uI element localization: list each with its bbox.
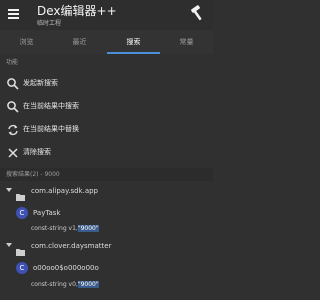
result-package-row[interactable]: com.clover.daysmatter bbox=[0, 238, 213, 256]
result-package-row[interactable]: com.alipay.sdk.app bbox=[0, 183, 213, 201]
result-class-row[interactable]: C o00oo0$o000o00o bbox=[0, 259, 213, 277]
expand-arrow-icon[interactable] bbox=[6, 243, 12, 247]
replace-icon bbox=[6, 122, 20, 136]
app-bar: Dex编辑器++ 临时工程 bbox=[0, 0, 213, 30]
search-in-results-label: 在当前结果中搜索 bbox=[23, 102, 79, 110]
class-name: o00oo0$o000o00o bbox=[33, 264, 99, 272]
search-icon bbox=[6, 99, 20, 113]
tab-bar: 浏览 最近 搜索 常量 bbox=[0, 30, 213, 54]
class-icon: C bbox=[16, 207, 28, 219]
tab-browse[interactable]: 浏览 bbox=[0, 30, 53, 54]
close-icon bbox=[6, 145, 20, 159]
result-code-line[interactable]: const-string v1,"9000" bbox=[0, 222, 213, 236]
match-highlight: "9000" bbox=[77, 225, 99, 232]
match-highlight: "9000" bbox=[77, 281, 99, 288]
results-header: 搜索结果(2) - 9000 bbox=[0, 168, 213, 181]
search-in-results-item[interactable]: 在当前结果中搜索 bbox=[0, 95, 213, 118]
tab-recent[interactable]: 最近 bbox=[53, 30, 106, 54]
tab-constants[interactable]: 常量 bbox=[160, 30, 213, 54]
clear-search-item[interactable]: 清除搜索 bbox=[0, 141, 213, 164]
search-icon bbox=[6, 76, 20, 90]
class-icon: C bbox=[16, 262, 28, 274]
functions-header: 功能 bbox=[6, 59, 19, 66]
menu-icon[interactable] bbox=[6, 6, 22, 22]
new-search-item[interactable]: 发起新搜索 bbox=[0, 72, 213, 95]
app-subtitle: 临时工程 bbox=[37, 20, 62, 27]
folder-icon bbox=[16, 186, 25, 201]
replace-in-results-label: 在当前结果中替换 bbox=[23, 125, 79, 133]
package-name: com.clover.daysmatter bbox=[31, 242, 112, 250]
package-name: com.alipay.sdk.app bbox=[31, 187, 99, 195]
app-title: Dex编辑器++ bbox=[37, 4, 117, 18]
expand-arrow-icon[interactable] bbox=[6, 188, 12, 192]
new-search-label: 发起新搜索 bbox=[23, 79, 58, 87]
code-text: const-string v0, bbox=[31, 281, 78, 288]
tab-search[interactable]: 搜索 bbox=[107, 30, 160, 54]
result-code-line[interactable]: const-string v0,"9000" bbox=[0, 278, 213, 292]
replace-in-results-item[interactable]: 在当前结果中替换 bbox=[0, 118, 213, 141]
class-name: PayTask bbox=[33, 209, 61, 217]
result-class-row[interactable]: C PayTask bbox=[0, 204, 213, 222]
build-hammer-icon[interactable] bbox=[188, 4, 206, 22]
folder-icon bbox=[16, 241, 25, 256]
active-tab-indicator bbox=[107, 52, 160, 54]
code-text: const-string v1, bbox=[31, 225, 78, 232]
clear-search-label: 清除搜索 bbox=[23, 148, 51, 156]
